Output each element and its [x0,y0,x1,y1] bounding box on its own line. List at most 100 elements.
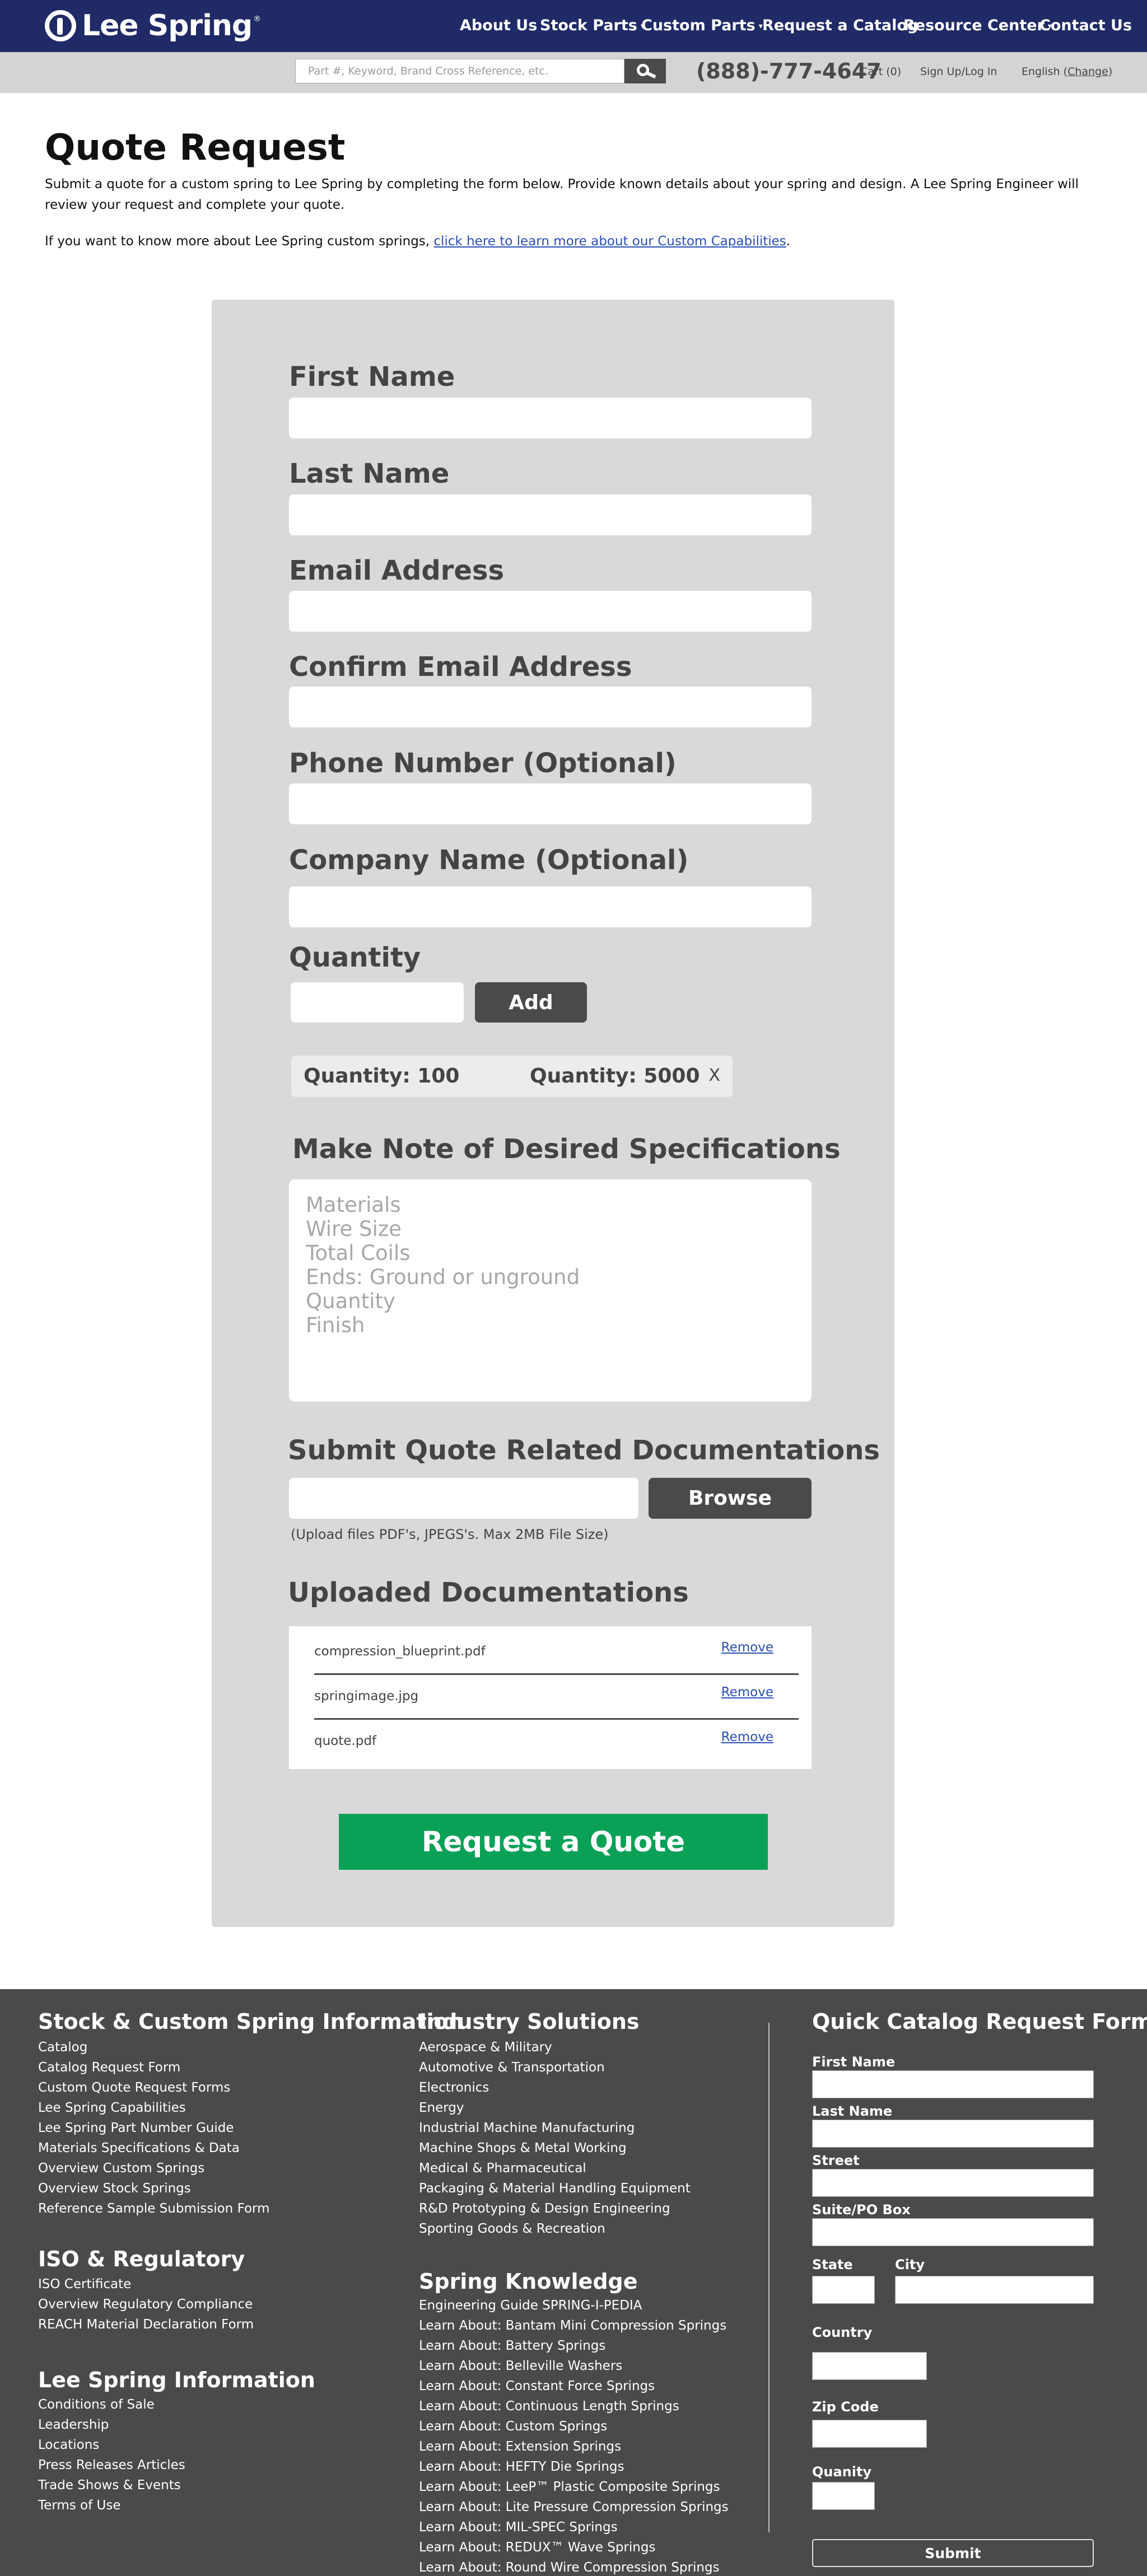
footer-link[interactable]: Lee Spring Part Number Guide [38,2118,270,2138]
footer-link[interactable]: Learn About: Lite Pressure Compression S… [419,2497,729,2517]
lee-spring-logo[interactable]: Lee Spring ® [45,8,261,44]
qc-suite-label: Suite/PO Box [812,2202,911,2218]
first-name-label: First Name [289,361,455,393]
search-button[interactable] [624,59,666,83]
nav-contact-us[interactable]: Contact Us [1039,17,1132,34]
cart-link[interactable]: Cart (0) [860,66,901,78]
custom-capabilities-link[interactable]: click here to learn more about our Custo… [433,234,786,249]
footer-link[interactable]: Learn About: Constant Force Springs [419,2376,729,2396]
sign-in-link[interactable]: Sign Up/Log In [920,66,997,78]
logo-mark-icon [45,10,76,41]
footer-iso-heading: ISO & Regulatory [38,2247,245,2271]
remove-file-link[interactable]: Remove [721,1685,773,1700]
footer-link[interactable]: Medical & Pharmaceutical [419,2158,691,2178]
qc-zip-label: Zip Code [812,2399,879,2415]
footer-link[interactable]: Learn About: Custom Springs [419,2416,729,2437]
file-name: quote.pdf [314,1734,377,1748]
footer-link[interactable]: Learn About: Round Wire Compression Spri… [419,2558,729,2576]
footer-link[interactable]: Learn About: Belleville Washers [419,2356,729,2376]
quantity-input[interactable] [291,982,464,1023]
footer-link[interactable]: ISO Certificate [38,2274,254,2294]
footer-link[interactable]: Custom Quote Request Forms [38,2078,270,2098]
footer-link[interactable]: Learn About: MIL-SPEC Springs [419,2517,729,2537]
footer-company-heading: Lee Spring Information [38,2368,315,2392]
nav-about-us[interactable]: About Us [460,17,537,34]
last-name-label: Last Name [289,458,450,489]
first-name-field[interactable] [289,398,812,438]
change-language-link[interactable]: Change [1067,66,1108,78]
qc-country-field[interactable] [812,2352,927,2380]
footer-link[interactable]: Learn About: Extension Springs [419,2437,729,2457]
footer-link[interactable]: Overview Custom Springs [38,2158,270,2178]
phone-field[interactable] [289,783,812,824]
remove-file-link[interactable]: Remove [721,1640,773,1655]
footer-link[interactable]: Sporting Goods & Recreation [419,2219,691,2239]
qc-quantity-field[interactable] [812,2482,875,2510]
footer-link[interactable]: Learn About: REDUX™ Wave Springs [419,2537,729,2558]
footer-link[interactable]: Leadership [38,2415,185,2435]
browse-button[interactable]: Browse [649,1478,812,1519]
specifications-textarea[interactable] [289,1179,812,1402]
footer-link[interactable]: Learn About: HEFTY Die Springs [419,2457,729,2477]
footer-link[interactable]: Packaging & Material Handling Equipment [419,2178,691,2199]
nav-request-catalog[interactable]: Request a Catalog [762,17,918,34]
qc-street-field[interactable] [812,2169,1094,2197]
qc-country-label: Country [812,2325,873,2340]
footer-link[interactable]: Learn About: LeeP™ Plastic Composite Spr… [419,2477,729,2497]
footer-link[interactable]: Learn About: Bantam Mini Compression Spr… [419,2316,729,2336]
footer-link[interactable]: Automotive & Transportation [419,2057,691,2078]
confirm-email-field[interactable] [289,687,812,727]
footer-link[interactable]: Energy [419,2098,691,2118]
footer-link[interactable]: Learn About: Continuous Length Springs [419,2396,729,2416]
footer-link[interactable]: Aerospace & Military [419,2037,691,2057]
uploaded-documents-label: Uploaded Documentations [288,1577,689,1608]
footer-link[interactable]: Reference Sample Submission Form [38,2199,270,2219]
qc-submit-button[interactable]: Submit [812,2539,1094,2567]
footer-link[interactable]: Overview Stock Springs [38,2178,270,2199]
footer-link[interactable]: Catalog Request Form [38,2057,270,2078]
qc-first-name-field[interactable] [812,2070,1094,2098]
uploaded-files-list: compression_blueprint.pdf Remove springi… [289,1626,812,1769]
footer-link[interactable]: Engineering Guide SPRING-I-PEDIA [419,2295,729,2316]
qc-state-field[interactable] [812,2276,875,2304]
company-field[interactable] [289,886,812,927]
search-input[interactable] [295,59,624,83]
footer-link[interactable]: Trade Shows & Events [38,2475,185,2495]
qc-last-name-field[interactable] [812,2120,1094,2148]
remove-file-link[interactable]: Remove [721,1730,773,1744]
footer-link[interactable]: Industrial Machine Manufacturing [419,2118,691,2138]
qc-last-name-label: Last Name [812,2103,893,2119]
remove-quantity-button[interactable]: X [708,1066,720,1085]
footer-link[interactable]: Conditions of Sale [38,2395,185,2415]
phone-number[interactable]: (888)-777-4647 [696,59,882,83]
footer-link[interactable]: Press Releases Articles [38,2455,185,2475]
footer-link[interactable]: Electronics [419,2078,691,2098]
file-path-field[interactable] [289,1478,638,1519]
request-quote-button[interactable]: Request a Quote [339,1814,768,1870]
footer-link[interactable]: Materials Specifications & Data [38,2138,270,2158]
qc-city-field[interactable] [895,2276,1094,2304]
qc-zip-field[interactable] [812,2420,927,2448]
email-field[interactable] [289,591,812,632]
footer-link[interactable]: REACH Material Declaration Form [38,2314,254,2335]
nav-stock-parts[interactable]: Stock Parts ▾ [540,17,645,34]
footer-link[interactable]: Catalog [38,2037,270,2057]
footer-link[interactable]: R&D Prototyping & Design Engineering [419,2199,691,2219]
footer-link[interactable]: Terms of Use [38,2495,185,2516]
footer-knowledge-heading: Spring Knowledge [419,2269,638,2294]
qc-quantity-label: Quanity [812,2464,872,2480]
nav-stock-parts-label: Stock Parts [540,17,637,34]
quick-catalog-heading: Quick Catalog Request Form [812,2009,1147,2034]
footer-link[interactable]: Learn About: Battery Springs [419,2336,729,2356]
nav-custom-parts[interactable]: Custom Parts ▾ [641,17,763,34]
footer-industry-heading: Industry Solutions [419,2009,640,2034]
add-quantity-button[interactable]: Add [475,982,587,1023]
footer-link[interactable]: Lee Spring Capabilities [38,2098,270,2118]
qc-suite-field[interactable] [812,2218,1094,2246]
footer-link[interactable]: Machine Shops & Metal Working [419,2138,691,2158]
footer-link[interactable]: Locations [38,2435,185,2455]
nav-resource-center[interactable]: Resource Center ▾ [903,17,1052,34]
last-name-field[interactable] [289,494,812,535]
footer-link[interactable]: Overview Regulatory Compliance [38,2294,254,2314]
specs-label: Make Note of Desired Specifications [292,1133,841,1165]
